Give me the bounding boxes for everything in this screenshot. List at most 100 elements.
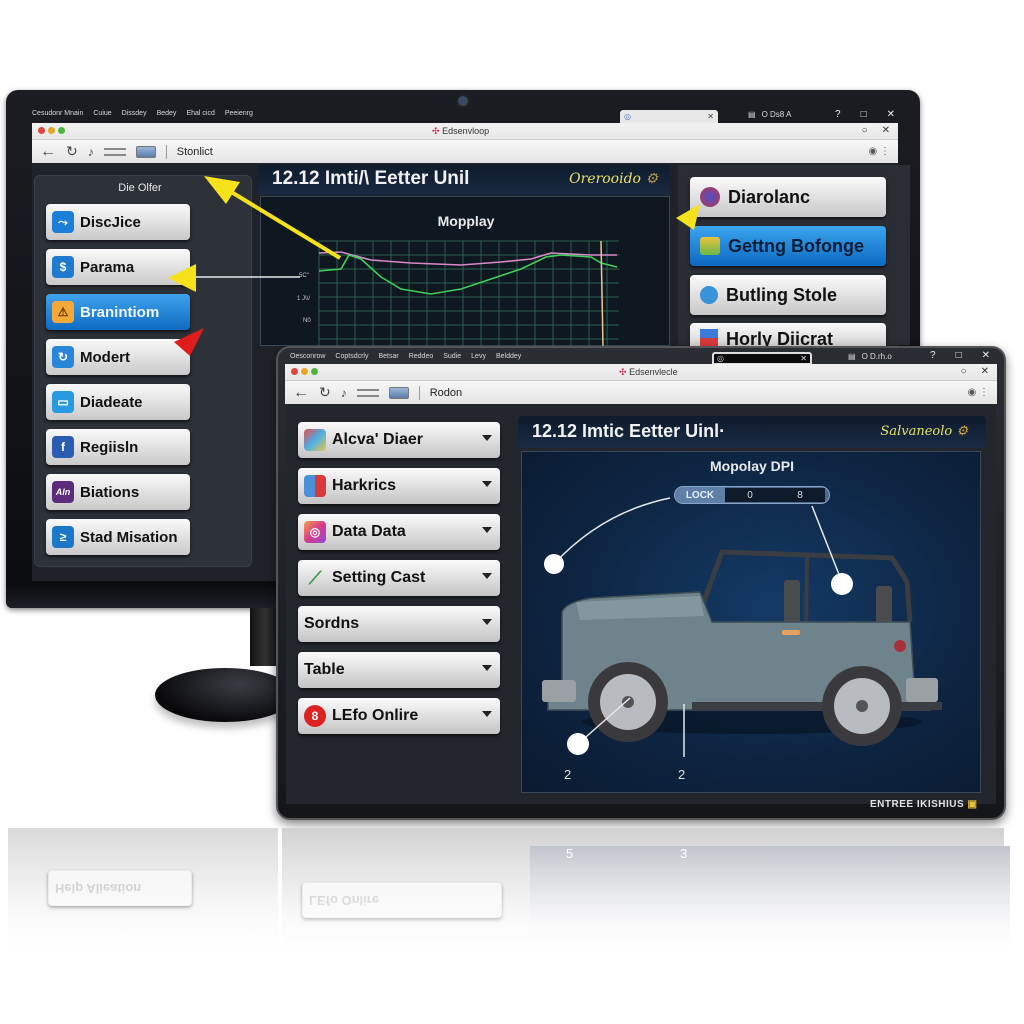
restore-button[interactable]: ○ xyxy=(961,366,967,377)
sidebar-item-label: Modert xyxy=(80,348,130,366)
back-arrow-icon[interactable]: ← xyxy=(40,143,56,161)
zoom-dot[interactable] xyxy=(58,127,65,134)
puzzle-icon: $ xyxy=(52,256,74,278)
os-menu-item[interactable]: Bedey xyxy=(157,110,177,124)
restore-button[interactable]: ○ xyxy=(862,125,868,136)
close-dot[interactable] xyxy=(291,368,298,375)
refresh-icon: ↻ xyxy=(52,346,74,368)
equalizer-icon[interactable] xyxy=(103,147,126,156)
os-menu-item[interactable]: Coptsdcrly xyxy=(335,353,368,360)
maximize-button[interactable]: □ xyxy=(861,109,867,120)
monitor-stand-base xyxy=(155,668,295,722)
close-button[interactable]: ✕ xyxy=(887,109,895,120)
os-menu-item[interactable]: Cesudonr Mnain xyxy=(32,110,83,124)
reload-icon[interactable]: ↻ xyxy=(319,384,331,401)
sidebar-item-branintiom[interactable]: ⚠ Branintiom xyxy=(46,294,190,330)
close-window-button[interactable]: ✕ xyxy=(882,125,890,136)
vehicle-taillight xyxy=(894,640,906,652)
tablet-os-menubar: Oesconrow Coptsdcrly Betsar Reddeo Sudie… xyxy=(290,353,521,360)
chart-green-line xyxy=(318,254,618,295)
dropdown-table[interactable]: Table xyxy=(298,652,500,688)
divider xyxy=(165,144,167,159)
close-window-button[interactable]: ✕ xyxy=(981,366,989,377)
address-text[interactable]: Rodon xyxy=(430,387,462,399)
tablet-main-header: 12.12 Imtic Eetter Uinl· Salvaneolo ⚙ xyxy=(518,416,986,448)
reflection-fade xyxy=(0,820,1024,1024)
sidebar-item-diadeate[interactable]: ▭ Diadeate xyxy=(46,384,190,420)
sidebar-item-discjice[interactable]: ⤳ DiscJice xyxy=(46,204,190,240)
dropdown-alcva-diaer[interactable]: Alcva' Diaer xyxy=(298,422,500,458)
music-note-icon[interactable]: ♪ xyxy=(88,145,94,159)
dropdown-data-data[interactable]: ◎ Data Data xyxy=(298,514,500,550)
app-icon: Aln xyxy=(52,481,74,503)
minimize-dot[interactable] xyxy=(48,127,55,134)
sidebar-item-regiisln[interactable]: f Regiisln xyxy=(46,429,190,465)
tab-favicon-icon: ◎ xyxy=(717,354,724,363)
os-menu-item[interactable]: Reddeo xyxy=(409,353,434,360)
callout-dot xyxy=(831,573,853,595)
sidebar-item-label: Regiisln xyxy=(80,438,139,456)
maximize-button[interactable]: □ xyxy=(956,350,962,361)
close-button[interactable]: ✕ xyxy=(982,350,990,361)
chevron-down-icon xyxy=(482,435,492,441)
right-item-diarolanc[interactable]: Diarolanc xyxy=(690,177,886,217)
tab-favicon-icon: ◎ xyxy=(624,112,631,121)
os-status-text: O D.rh.o xyxy=(861,352,892,361)
back-arrow-icon[interactable]: ← xyxy=(293,384,309,402)
wand-icon: ⟋ xyxy=(308,567,322,588)
music-note-icon[interactable]: ♪ xyxy=(341,386,347,400)
tab-close-icon[interactable]: ✕ xyxy=(707,112,714,121)
dropdown-label: Data Data xyxy=(332,523,406,540)
browser-tab[interactable]: ◎ ✕ xyxy=(620,110,718,123)
battery-icon: ▤ xyxy=(748,110,756,119)
browser-title: ✣ Edsenvlecle xyxy=(619,367,678,377)
tab-close-icon[interactable]: ✕ xyxy=(800,354,807,363)
photos-icon xyxy=(304,429,326,451)
screenshot-icon[interactable] xyxy=(388,386,409,399)
chevron-down-icon xyxy=(482,711,492,717)
dropdown-lefo-onlire[interactable]: 8 LEfo Onlire xyxy=(298,698,500,734)
sidebar-item-label: Branintiom xyxy=(80,303,160,321)
sidebar-item-stad-misation[interactable]: ≥ Stad Misation xyxy=(46,519,190,555)
zoom-dot[interactable] xyxy=(311,368,318,375)
os-menu-item[interactable]: Ehal cicd xyxy=(186,110,214,124)
dropdown-sordns[interactable]: Sordns xyxy=(298,606,500,642)
minimize-dot[interactable] xyxy=(301,368,308,375)
chevron-down-icon xyxy=(482,619,492,625)
settings-icon: ✣ xyxy=(619,367,627,377)
screenshot-icon[interactable] xyxy=(135,145,156,158)
reload-icon[interactable]: ↻ xyxy=(66,143,78,160)
equalizer-icon[interactable] xyxy=(356,388,379,397)
close-dot[interactable] xyxy=(38,127,45,134)
address-text[interactable]: Stonlict xyxy=(177,146,213,158)
right-item-butling-stole[interactable]: Butling Stole xyxy=(690,275,886,315)
gear-icon[interactable]: ⚙ xyxy=(956,424,968,439)
sidebar-item-modert[interactable]: ↻ Modert xyxy=(46,339,190,375)
sidebar-title: Die Olfer xyxy=(118,182,162,194)
os-menu-item[interactable]: Sudie xyxy=(443,353,461,360)
dropdown-harkrics[interactable]: Harkrics xyxy=(298,468,500,504)
extensions-menu-icon[interactable]: ◉ ⋮ xyxy=(967,387,989,398)
right-item-gettng-bofonge[interactable]: Gettng Bofonge xyxy=(690,226,886,266)
help-button[interactable]: ? xyxy=(835,109,841,120)
os-menu-item[interactable]: Betsar xyxy=(378,353,398,360)
sidebar-item-parama[interactable]: $ Parama xyxy=(46,249,190,285)
help-button[interactable]: ? xyxy=(930,350,936,361)
os-menu-item[interactable]: Belddey xyxy=(496,353,521,360)
extensions-menu-icon[interactable]: ◉ ⋮ xyxy=(868,146,890,157)
tablet-footer: ENTREE IKISHIUS ▣ xyxy=(870,799,978,810)
sidebar-item-biations[interactable]: Aln Biations xyxy=(46,474,190,510)
dropdown-setting-cast[interactable]: ⟋ Setting Cast xyxy=(298,560,500,596)
os-menu-item[interactable]: Dissdey xyxy=(122,110,147,124)
os-menu-item[interactable]: Oesconrow xyxy=(290,353,325,360)
os-menu-item[interactable]: Levy xyxy=(471,353,486,360)
vehicle-rocker xyxy=(692,702,942,710)
os-menu-item[interactable]: Peeienrg xyxy=(225,110,253,124)
gear-icon[interactable]: ⚙ xyxy=(645,171,658,187)
facebook-icon: f xyxy=(52,436,74,458)
browser-nav-row: ← ↻ ♪ Rodon ◉ ⋮ xyxy=(285,380,997,404)
os-menu-item[interactable]: Cuiue xyxy=(93,110,111,124)
chart-cursor-line xyxy=(600,240,604,347)
chart-red-icon xyxy=(700,329,718,347)
settings-icon: ✣ xyxy=(432,126,440,136)
